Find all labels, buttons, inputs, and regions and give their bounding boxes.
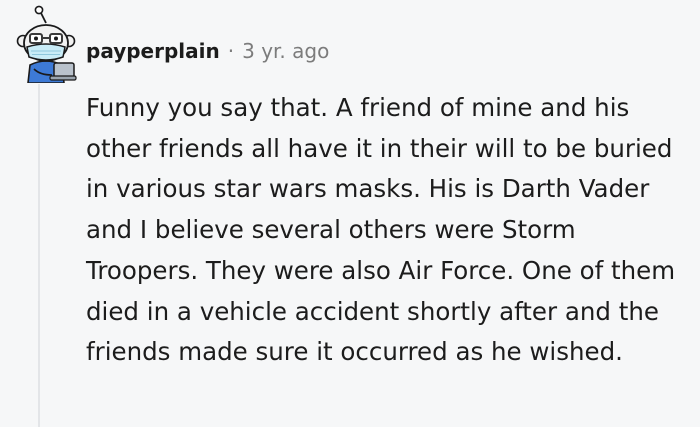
comment: payperplain · 3 yr. ago Funny you say th… bbox=[0, 0, 700, 427]
comment-body: Funny you say that. A friend of mine and… bbox=[86, 93, 676, 367]
thread-line[interactable] bbox=[38, 84, 40, 427]
comment-meta: payperplain · 3 yr. ago bbox=[86, 36, 329, 66]
snoo-avatar-icon[interactable] bbox=[10, 5, 78, 83]
username-link[interactable]: payperplain bbox=[86, 39, 220, 63]
comment-timestamp[interactable]: 3 yr. ago bbox=[242, 39, 329, 63]
meta-separator: · bbox=[227, 39, 235, 63]
